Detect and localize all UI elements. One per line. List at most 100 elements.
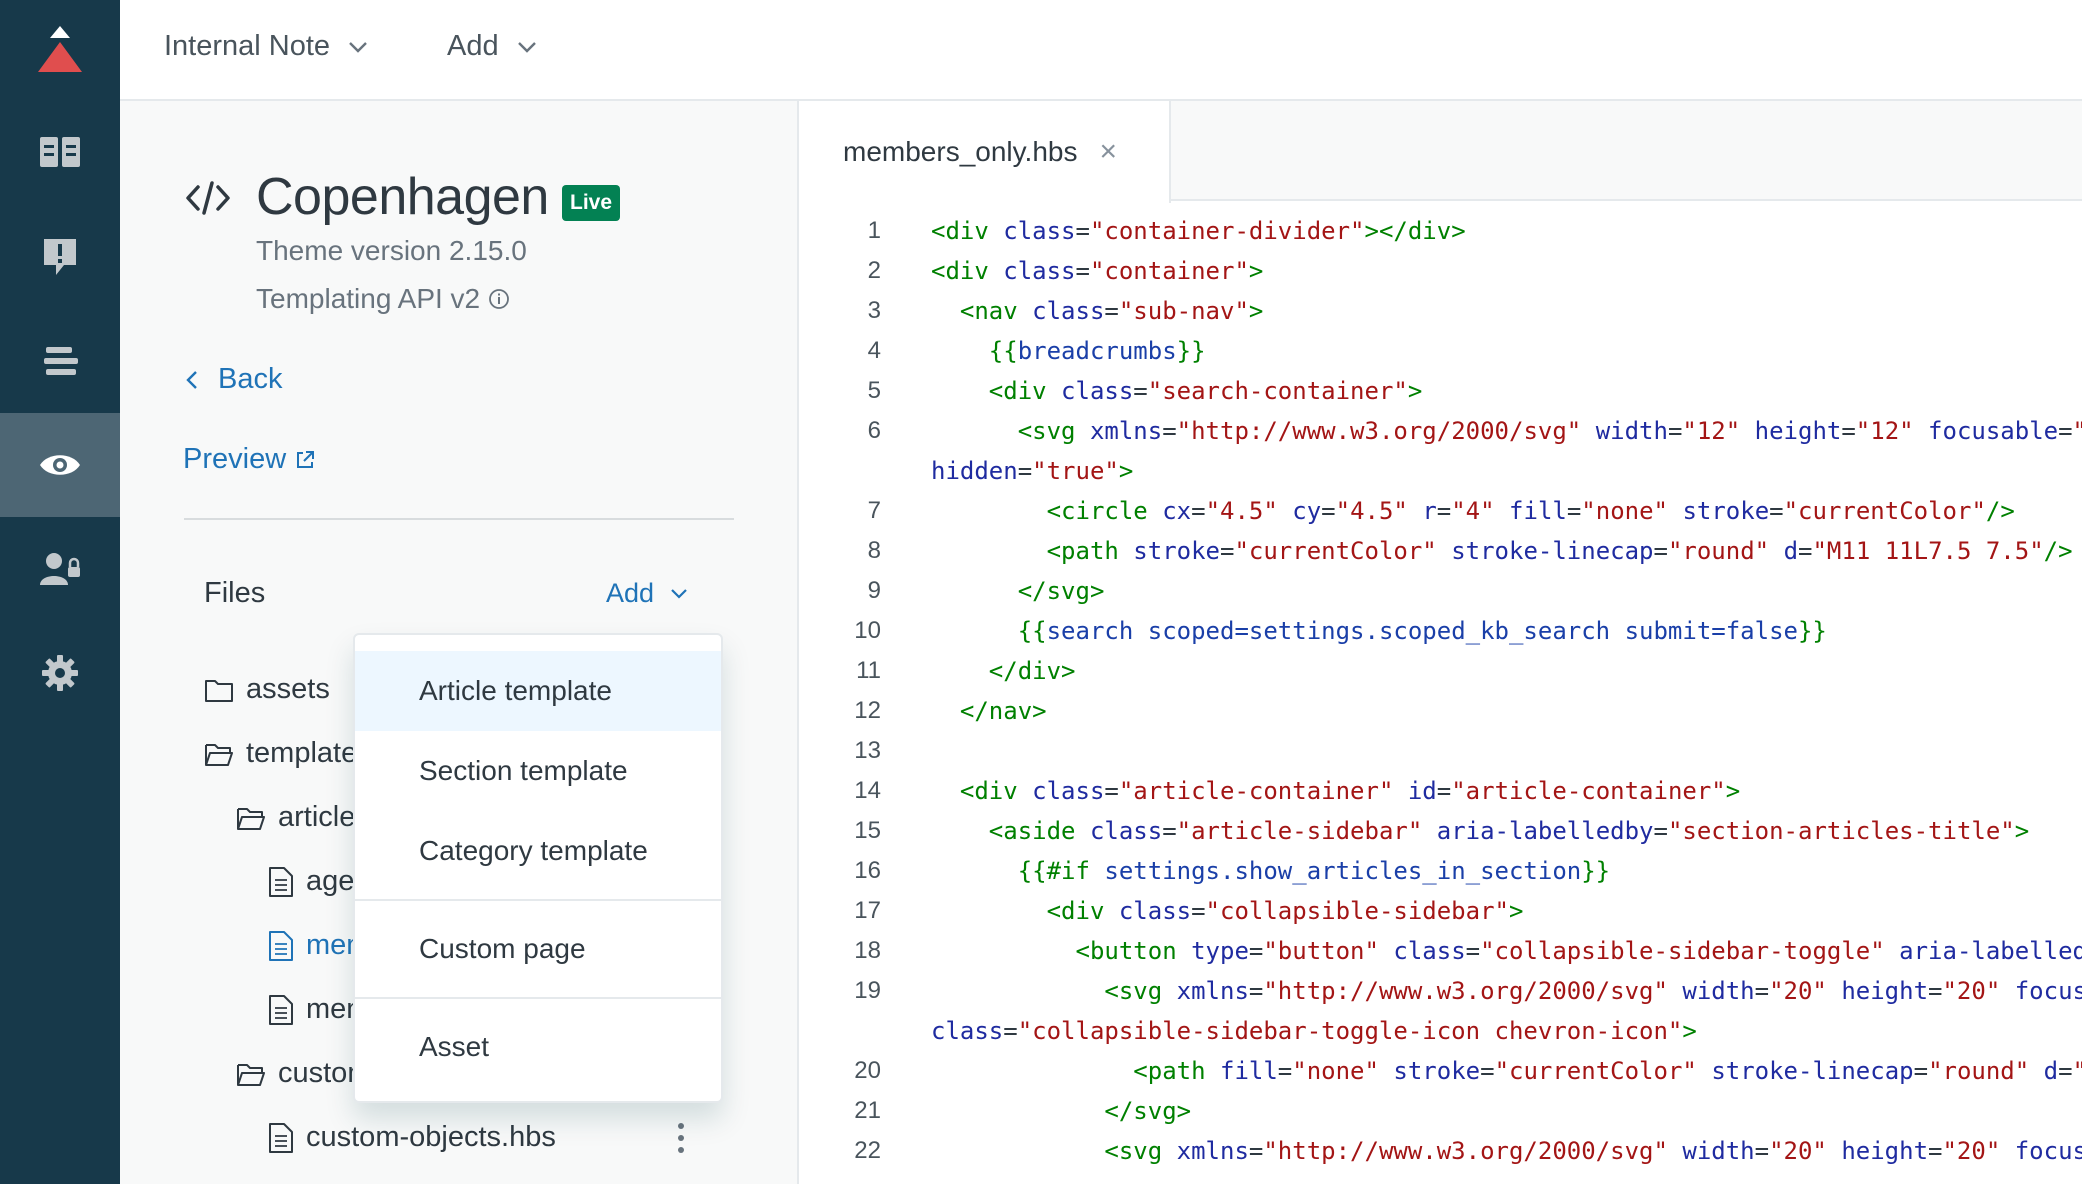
code-line: 12 </nav> [801,691,2082,731]
dropdown-item-category-template[interactable]: Category template [355,811,721,891]
code-line: 1 <div class="container-divider"></div> [801,211,2082,251]
add-file-dropdown: Article template Section template Catego… [353,633,723,1103]
code-line: 3 <nav class="sub-nav"> [801,291,2082,331]
dropdown-item-section-template[interactable]: Section template [355,731,721,811]
theme-version: Theme version 2.15.0 [256,235,527,266]
tree-folder-templates[interactable]: templates [204,737,372,770]
line-number: 15 [854,817,881,844]
line-number: 14 [854,777,881,804]
folder-open-icon [237,1063,265,1086]
knowledge-base-icon[interactable] [0,101,120,205]
top-bar: Internal Note Add [120,0,2082,101]
code-line: 11 </div> [801,651,2082,691]
line-number: 9 [867,577,881,604]
code-line: 20 <path fill="none" stroke="currentColo… [801,1051,2082,1091]
line-number: 3 [867,297,881,324]
code-line: 22 <svg xmlns="http://www.w3.org/2000/sv… [801,1131,2082,1171]
files-add-button[interactable]: Add [606,578,688,609]
line-number: 4 [867,337,881,364]
line-number: 12 [854,697,881,724]
code-icon [186,181,230,215]
line-number: 21 [854,1097,881,1124]
line-number: 1 [867,217,881,244]
user-permissions-icon[interactable] [0,517,120,621]
file-icon [269,930,293,961]
line-number: 2 [867,257,881,284]
preview-link[interactable]: Preview [183,443,316,476]
code-line: 18 <button type="button" class="collapsi… [801,931,2082,971]
dropdown-separator [355,899,721,901]
line-number: 13 [854,737,881,764]
code-line: 2 <div class="container"> [801,251,2082,291]
more-options-icon[interactable] [676,1122,686,1154]
templating-api: Templating API v2 [256,283,510,315]
code-line: 14 <div class="article-container" id="ar… [801,771,2082,811]
logo-icon[interactable] [0,0,120,100]
tree-file-custom-objects[interactable]: custom-objects.hbs [268,1121,556,1154]
external-link-icon [297,450,315,468]
code-area[interactable]: 1 <div class="container-divider"></div> 2… [801,211,2082,1184]
top-add-label: Add [447,30,499,62]
top-add-menu[interactable]: Add [447,30,537,63]
folder-icon [205,679,233,702]
internal-note-label: Internal Note [164,30,331,62]
code-line: 16 {{#if settings.show_articles_in_secti… [801,851,2082,891]
code-line: 7 <circle cx="4.5" cy="4.5" r="4" fill="… [801,491,2082,531]
customize-design-eye-icon[interactable] [0,413,120,517]
editor-tab-bar: members_only.hbs × [801,101,2082,203]
line-number: 7 [867,497,881,524]
line-number: 5 [867,377,881,404]
line-number: 6 [867,417,881,444]
theme-name: Copenhagen [256,168,549,226]
line-number: 10 [854,617,881,644]
editor-tab[interactable]: members_only.hbs × [801,101,1171,203]
dropdown-item-custom-page[interactable]: Custom page [355,909,721,989]
code-line: 15 <aside class="article-sidebar" aria-l… [801,811,2082,851]
line-number: 16 [854,857,881,884]
line-number: 18 [854,937,881,964]
code-line: 17 <div class="collapsible-sidebar"> [801,891,2082,931]
files-add-label: Add [606,578,655,608]
line-number: 11 [856,657,881,684]
chevron-down-icon [517,41,536,53]
code-line: 6 <svg xmlns="http://www.w3.org/2000/svg… [801,411,2082,451]
internal-note-menu[interactable]: Internal Note [164,30,368,63]
line-number: 20 [854,1057,881,1084]
info-icon[interactable] [488,288,510,310]
settings-gear-icon[interactable] [0,621,120,725]
chevron-down-icon [349,41,367,53]
line-number: 8 [867,537,881,564]
line-number: 19 [854,977,881,1004]
code-editor: members_only.hbs × 1 <div class="containe… [801,101,2082,1184]
back-link[interactable]: Back [186,363,282,396]
line-number: 22 [854,1137,881,1164]
code-line: 13 [801,731,2082,771]
code-line: class="collapsible-sidebar-toggle-icon c… [931,1017,1697,1045]
code-line: 19 <svg xmlns="http://www.w3.org/2000/sv… [801,971,2082,1011]
code-line: 9 </svg> [801,571,2082,611]
app-rail [0,0,120,1184]
dropdown-item-article-template[interactable]: Article template [355,651,721,731]
live-badge: Live [562,185,621,221]
code-line: 4 {{breadcrumbs}} [801,331,2082,371]
back-label: Back [218,363,283,395]
editor-tab-label: members_only.hbs [843,136,1078,167]
dropdown-separator [355,997,721,999]
folder-open-icon [205,743,233,766]
file-icon [269,866,293,897]
moderation-icon[interactable] [0,205,120,309]
tree-folder-assets[interactable]: assets [204,673,330,706]
close-icon[interactable]: × [1099,135,1117,169]
chevron-down-icon [671,588,687,599]
code-line: 21 </svg> [801,1091,2082,1131]
code-line: 10 {{search scoped=settings.scoped_kb_se… [801,611,2082,651]
arrange-content-icon[interactable] [0,309,120,413]
line-number: 17 [854,897,881,924]
templating-api-label: Templating API v2 [256,283,481,314]
chevron-left-icon [186,370,197,389]
file-icon [269,994,293,1025]
dropdown-item-asset[interactable]: Asset [355,1007,721,1087]
file-icon [269,1122,293,1153]
preview-label: Preview [183,443,287,475]
code-line: 5 <div class="search-container"> [801,371,2082,411]
